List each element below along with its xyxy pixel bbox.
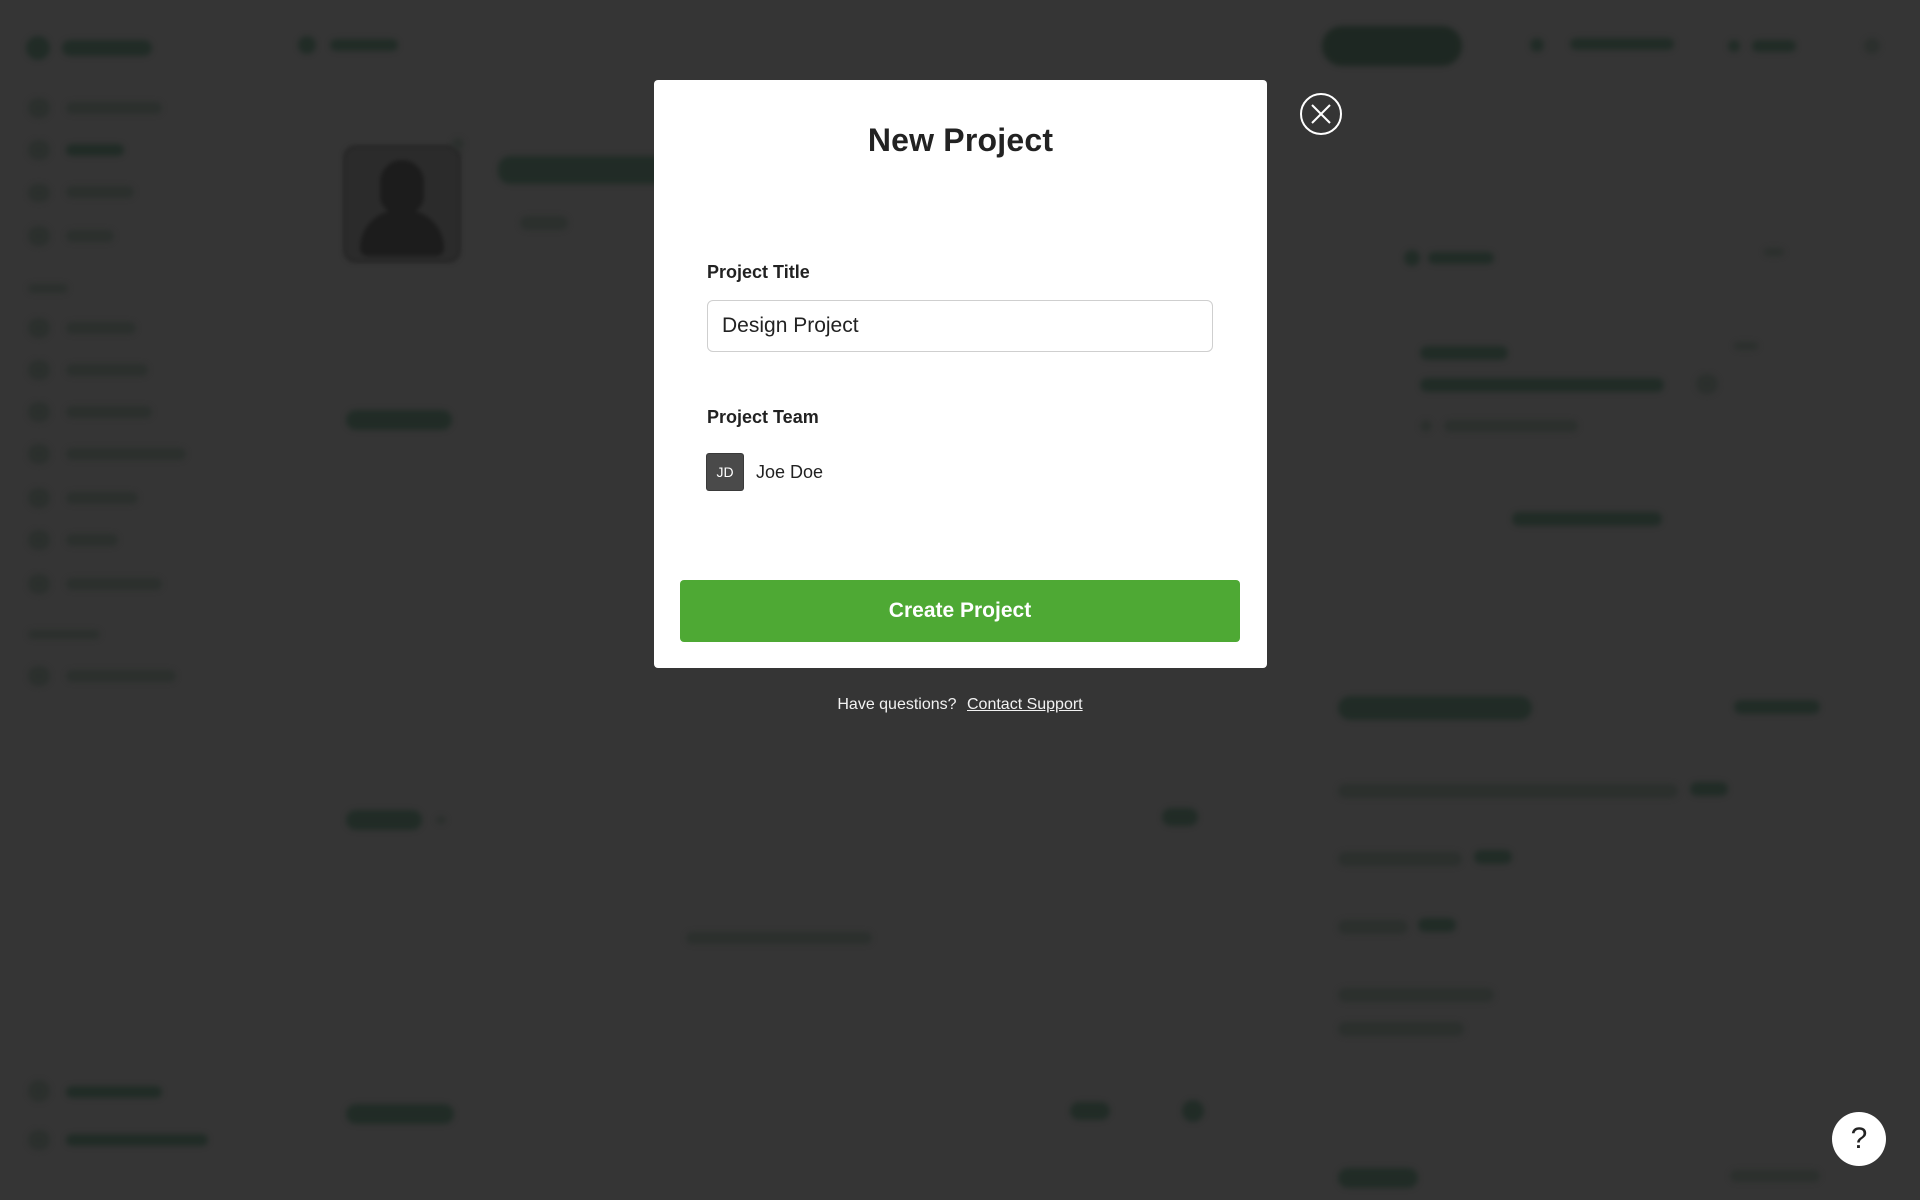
create-project-button[interactable]: Create Project xyxy=(680,580,1240,642)
contact-name-blob xyxy=(1420,346,1508,360)
sidebar-blob-10 xyxy=(28,530,50,550)
status-right-blob xyxy=(1764,248,1784,256)
info-row-badge-1 xyxy=(1690,782,1728,796)
contact-email-icon-blob xyxy=(1696,374,1718,394)
top-icon-blob-2 xyxy=(1728,40,1740,52)
sidebar-blob-5t xyxy=(66,322,136,334)
info-row-blob-1 xyxy=(1338,784,1678,798)
sidebar-blob-4 xyxy=(28,226,50,246)
forms-heading-blob xyxy=(1338,1168,1418,1188)
new-project-modal: New Project Project Title Project Team J… xyxy=(654,80,1267,668)
contact-default-text-blob xyxy=(1444,420,1578,432)
top-text-blob-1 xyxy=(1570,38,1674,50)
logo-blob xyxy=(26,36,50,60)
notes-action-blob xyxy=(1162,808,1198,826)
team-member-item[interactable]: JD Joe Doe xyxy=(707,454,823,490)
contact-support-link[interactable]: Contact Support xyxy=(967,696,1083,713)
sidebar-blob-9t xyxy=(66,492,138,504)
info-row-blob-5 xyxy=(1338,1022,1464,1036)
top-cta-blob xyxy=(1322,26,1462,66)
project-title-input[interactable] xyxy=(707,300,1213,352)
help-icon: ? xyxy=(1850,1122,1868,1155)
project-title-label: Project Title xyxy=(707,262,810,282)
support-footer: Have questions? Contact Support xyxy=(0,696,1920,714)
sidebar-blob-12 xyxy=(28,666,50,686)
top-text-blob-2 xyxy=(1752,40,1796,52)
sidebar-blob-4t xyxy=(66,230,114,242)
notes-empty-blob xyxy=(686,932,872,944)
sidebar-blob-1 xyxy=(28,98,50,118)
search-icon-blob xyxy=(298,36,316,54)
sidebar-blob-2t xyxy=(66,144,124,156)
invoices-icon-blob xyxy=(1182,1100,1204,1122)
projects-heading-blob xyxy=(346,410,452,430)
notes-caret-blob xyxy=(436,816,446,824)
help-button[interactable]: ? xyxy=(1832,1112,1886,1166)
invoices-action-blob xyxy=(1070,1102,1110,1120)
logo-text-blob xyxy=(62,40,152,56)
sidebar-blob-3 xyxy=(28,184,50,202)
sidebar-blob-6t xyxy=(66,364,148,376)
company-sub-blob xyxy=(520,216,568,230)
sidebar-blob-5 xyxy=(28,318,50,338)
sidebar-blob-1t xyxy=(66,102,162,114)
contact-right-blob xyxy=(1734,342,1758,350)
sidebar-blob-8 xyxy=(28,444,50,464)
sidebar-blob-3t xyxy=(66,186,134,198)
sidebar-bottom-icon-2 xyxy=(28,1130,50,1150)
sidebar-bottom-text-2 xyxy=(66,1134,208,1146)
sidebar-blob-6 xyxy=(28,360,50,380)
status-dot-blob xyxy=(1404,250,1420,266)
sidebar-blob-7t xyxy=(66,406,152,418)
sidebar-blob-11t xyxy=(66,578,162,590)
close-icon xyxy=(1311,104,1331,124)
sidebar-bottom-text-1 xyxy=(66,1086,162,1098)
avatar-dot-blob xyxy=(452,138,464,150)
info-row-blob-2 xyxy=(1338,852,1462,866)
sidebar-blob-10t xyxy=(66,534,118,546)
sidebar-section-blob xyxy=(28,284,68,293)
sidebar-blob-9 xyxy=(28,488,50,508)
info-row-blob-4 xyxy=(1338,988,1494,1002)
member-name: Joe Doe xyxy=(756,461,824,482)
close-modal-button[interactable] xyxy=(1300,93,1342,135)
contact-default-icon-blob xyxy=(1420,420,1432,432)
search-text-blob xyxy=(330,39,398,51)
contact-avatar-blob xyxy=(346,148,458,260)
top-icon-blob-1 xyxy=(1530,38,1544,52)
questions-text: Have questions? xyxy=(837,696,957,713)
status-text-blob xyxy=(1428,252,1494,264)
sidebar-section-blob-2 xyxy=(28,630,100,639)
info-row-blob-3 xyxy=(1338,920,1408,934)
sidebar-bottom-icon-1 xyxy=(28,1080,50,1102)
info-row-badge-3 xyxy=(1418,918,1456,932)
member-avatar: JD xyxy=(707,454,743,490)
contact-email-blob xyxy=(1420,378,1664,392)
info-row-badge-2 xyxy=(1474,850,1512,864)
sidebar-blob-2 xyxy=(28,140,50,160)
sidebar-blob-12t xyxy=(66,670,176,682)
sidebar-blob-7 xyxy=(28,402,50,422)
invoices-heading-blob xyxy=(346,1104,454,1124)
project-team-label: Project Team xyxy=(707,407,819,427)
company-name-blob xyxy=(498,156,668,184)
sidebar-blob-8t xyxy=(66,448,186,460)
sidebar-blob-11 xyxy=(28,574,50,594)
forms-action-blob xyxy=(1730,1170,1820,1182)
modal-title: New Project xyxy=(867,122,1054,158)
notes-heading-blob xyxy=(346,810,422,830)
add-contact-blob xyxy=(1512,512,1662,526)
top-icon-blob-3 xyxy=(1864,38,1880,54)
